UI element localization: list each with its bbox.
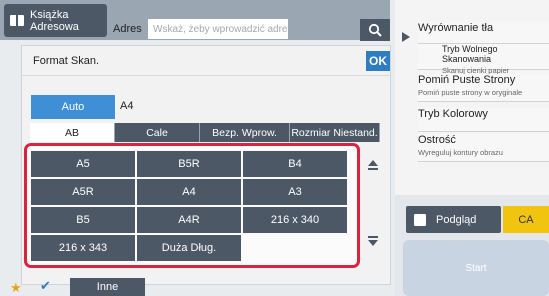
option-title: Wyrównanie tła xyxy=(418,22,494,34)
preview-button[interactable]: Podgląd xyxy=(406,206,501,233)
favorite-star-icon[interactable]: ★ xyxy=(10,280,22,296)
ok-button[interactable]: OK xyxy=(366,51,390,71)
search-icon xyxy=(368,23,382,37)
size-button-216x343[interactable]: 216 x 343 xyxy=(31,235,135,261)
preview-icon xyxy=(414,213,426,226)
option-title: Ostrość xyxy=(418,134,456,146)
size-button-a3[interactable]: A3 xyxy=(243,179,347,205)
option-color-mode[interactable]: Tryb Kolorowy xyxy=(418,108,549,132)
arrow-up-icon xyxy=(368,160,378,170)
size-grid: A5 B5R B4 A5R A4 A3 B5 A4R 216 x 340 216… xyxy=(31,151,347,261)
scroll-down-button[interactable] xyxy=(362,226,384,254)
size-button-a5[interactable]: A5 xyxy=(31,151,135,177)
size-button-a4r[interactable]: A4R xyxy=(137,207,241,233)
tab-auto-feed[interactable]: Bezp. Wprow. xyxy=(200,123,290,142)
size-tabs: AB Cale Bezp. Wprow. Rozmiar Niestand. xyxy=(30,123,380,142)
option-title: Tryb Kolorowy xyxy=(418,108,488,120)
address-book-button[interactable]: Książka Adresowa xyxy=(4,4,107,37)
option-subtitle: Wyreguluj kontury obrazu xyxy=(418,148,503,157)
auto-button[interactable]: Auto xyxy=(31,95,115,119)
checkmark-icon[interactable]: ✔ xyxy=(40,278,51,294)
size-button-216x340[interactable]: 216 x 340 xyxy=(243,207,347,233)
option-title: Pomiń Puste Strony xyxy=(418,74,516,86)
panel-arrow-icon[interactable] xyxy=(402,32,410,42)
divider xyxy=(21,75,391,76)
other-button[interactable]: Inne xyxy=(70,278,145,296)
tab-inches[interactable]: Cale xyxy=(115,123,200,142)
arrow-down-icon xyxy=(368,236,378,246)
dialog-title: Format Skan. xyxy=(33,55,100,67)
option-sharpness[interactable]: Ostrość Wyreguluj kontury obrazu xyxy=(418,134,549,162)
size-button-long-paper[interactable]: Duża Dług. xyxy=(137,235,241,261)
size-button-a4[interactable]: A4 xyxy=(137,179,241,205)
clear-all-button[interactable]: CA xyxy=(503,206,549,233)
size-button-a5r[interactable]: A5R xyxy=(31,179,135,205)
tab-ab[interactable]: AB xyxy=(30,123,115,142)
option-slow-scan[interactable]: Tryb Wolnego Skanowania Skanuj cienki pa… xyxy=(418,44,549,75)
size-button-b5r[interactable]: B5R xyxy=(137,151,241,177)
size-button-b5[interactable]: B5 xyxy=(31,207,135,233)
address-book-icon xyxy=(10,15,24,26)
selected-size-value: A4 xyxy=(120,100,134,112)
search-button[interactable] xyxy=(360,19,390,41)
start-button[interactable]: Start xyxy=(403,240,549,296)
address-label: Adres xyxy=(113,23,142,35)
address-input[interactable]: Wskaż, żeby wprowadzić adres xyxy=(148,19,288,39)
address-book-label: Książka Adresowa xyxy=(30,8,79,33)
option-skip-blank[interactable]: Pomiń Puste Strony Pomiń puste strony w … xyxy=(418,74,549,102)
preview-label: Podgląd xyxy=(436,213,477,226)
option-title: Tryb Wolnego Skanowania xyxy=(442,44,498,64)
scroll-up-button[interactable] xyxy=(362,152,384,180)
size-button-b4[interactable]: B4 xyxy=(243,151,347,177)
option-subtitle: Pomiń puste strony w oryginale xyxy=(418,88,523,97)
option-background-adjust[interactable]: Wyrównanie tła xyxy=(418,22,549,44)
tab-custom-size[interactable]: Rozmiar Niestand. xyxy=(290,123,380,142)
